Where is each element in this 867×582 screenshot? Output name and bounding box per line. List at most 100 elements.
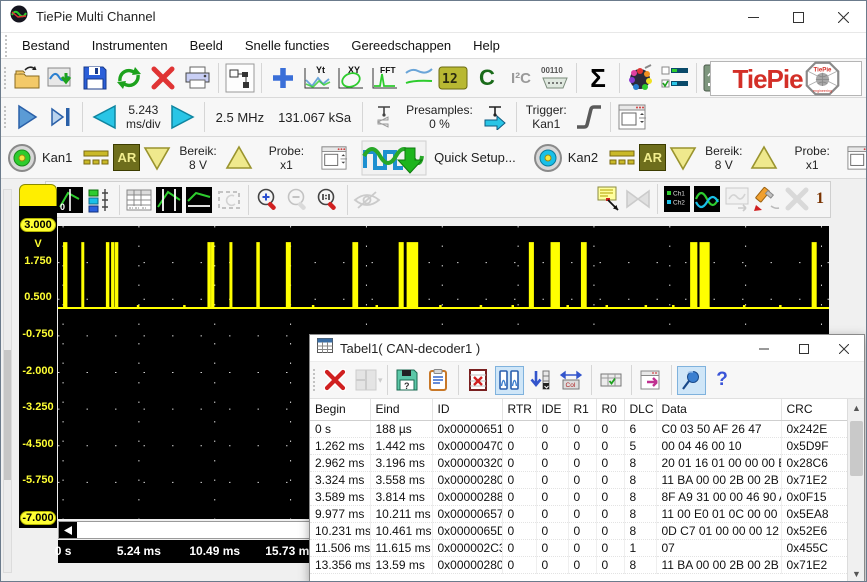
line-graph-button[interactable] [402,61,436,95]
channel-levels-button[interactable] [85,185,115,215]
presamples-increase-icon[interactable] [478,100,512,134]
colors-button[interactable] [624,61,658,95]
clear-graph-button[interactable] [782,184,812,214]
toolbar-grip[interactable] [4,33,9,59]
data-table-button[interactable] [124,185,154,215]
serial-decoder-button[interactable]: 00110 [538,61,572,95]
kan1-settings-button[interactable] [317,141,351,175]
table-delete-button[interactable] [320,366,349,395]
meter-button[interactable]: 12 [436,61,470,95]
table-row[interactable]: 13.356 ms13.59 ms0x000002800000811 BA 00… [310,556,849,573]
axis-zero-button[interactable]: 0 [55,185,85,215]
menu-gereedschappen[interactable]: Gereedschappen [340,34,462,57]
horizontal-cursors-button[interactable] [184,185,214,215]
trace-style-button[interactable] [692,184,722,214]
visibility-button[interactable] [352,185,382,215]
sum-button[interactable]: Σ [581,61,615,95]
table-title-bar[interactable]: Tabel1( CAN-decoder1 ) [310,335,864,362]
kan1-bnc-icon[interactable] [5,141,39,175]
table-row[interactable]: 11.506 ms11.615 ms0x000002C300001070x455… [310,539,849,556]
column-header[interactable]: ID [432,399,502,420]
graph-left-scrollbar[interactable] [3,189,12,573]
table-minimize-button[interactable] [744,335,784,362]
toolbar-grip[interactable] [3,104,8,130]
quick-setup-button[interactable]: Quick Setup... [361,140,523,176]
scrollbar-thumb[interactable] [850,421,863,476]
column-header[interactable]: Begin [310,399,370,420]
table-sort-button[interactable] [526,366,555,395]
table-pair-columns-button[interactable] [495,366,524,395]
column-header[interactable]: R1 [568,399,596,420]
scrollbar-thumb[interactable] [4,350,11,480]
print-button[interactable] [180,61,214,95]
menu-snelle-functies[interactable]: Snelle functies [234,34,341,57]
table-maximize-button[interactable] [784,335,824,362]
table-export-button[interactable] [637,366,666,395]
marker-pen-button[interactable] [752,184,782,214]
xy-graph-button[interactable]: XY [334,61,368,95]
scroll-left-button[interactable] [59,522,77,538]
add-instrument-button[interactable] [266,61,300,95]
refresh-button[interactable] [112,61,146,95]
kan2-bnc-icon[interactable] [531,141,565,175]
legend-button[interactable]: Ch1Ch2 [662,184,692,214]
kan1-coupling-icon[interactable] [79,141,113,175]
table-row[interactable]: 3.324 ms3.558 ms0x000002800000811 BA 00 … [310,471,849,488]
toolbar-grip[interactable] [3,65,8,91]
zoom-out-button[interactable] [283,185,313,215]
zoom-reset-button[interactable] [313,185,343,215]
column-header[interactable]: CRC [781,399,849,420]
delete-button[interactable] [146,61,180,95]
object-tree-button[interactable] [223,61,257,95]
column-header[interactable]: RTR [502,399,536,420]
scroll-down-button[interactable]: ▼ [849,567,864,582]
layout-dropdown-chevron[interactable]: ▾ [378,375,383,386]
table-row[interactable]: 9.977 ms10.211 ms0x000006570000811 00 E0… [310,505,849,522]
yt-graph-button[interactable]: Yt [300,61,334,95]
i2c-decoder-button[interactable]: I²C [504,61,538,95]
title-bar[interactable]: TiePie Multi Channel [1,1,866,33]
kan1-range-up-button[interactable] [222,141,256,175]
kan2-range-up-button[interactable] [747,141,781,175]
table-column-width-button[interactable]: Col [557,366,586,395]
start-button[interactable] [10,100,44,134]
y-axis[interactable]: 3.0001.7500.500-0.750-2.000-3.250-4.500-… [19,206,57,528]
oneshot-button[interactable] [44,100,78,134]
maximize-button[interactable] [776,1,821,33]
open-file-button[interactable] [10,61,44,95]
kan1-autorange-button[interactable]: AR [113,144,140,171]
scroll-up-button[interactable]: ▲ [849,401,864,416]
table-row[interactable]: 10.231 ms10.461 ms0x0000065D000080D C7 0… [310,522,849,539]
import-data-button[interactable] [44,61,78,95]
column-header[interactable]: Eind [370,399,432,420]
save-button[interactable] [78,61,112,95]
vertical-cursors-button[interactable] [154,185,184,215]
presamples-decrease-icon[interactable] [367,100,401,134]
table-copy-button[interactable] [424,366,453,395]
kan2-coupling-icon[interactable] [605,141,639,175]
table-autofit-button[interactable] [597,366,626,395]
unlink-button[interactable] [623,184,653,214]
zoom-rect-button[interactable] [214,185,244,215]
object-toggles-button[interactable] [658,61,692,95]
kan2-settings-button[interactable] [843,141,867,175]
column-header[interactable]: DLC [624,399,656,420]
column-header[interactable]: IDE [536,399,568,420]
table-scrollbar[interactable]: ▲ ▼ [847,399,864,582]
can-decoder-button[interactable]: C [470,61,504,95]
table-pin-button[interactable] [677,366,706,395]
export-graph-button[interactable] [722,184,752,214]
yaxis-channel-tab[interactable] [19,184,57,208]
table-row[interactable]: 0 s188 µs0x0000065100006C0 03 50 AF 26 4… [310,420,849,437]
menu-help[interactable]: Help [462,34,511,57]
y-tick-label[interactable]: -7.000 [20,511,56,525]
menu-bestand[interactable]: Bestand [11,34,81,57]
kan1-range-down-button[interactable] [140,141,174,175]
kan2-autorange-button[interactable]: AR [639,144,666,171]
timebase-slower-button[interactable] [87,100,121,134]
table-row[interactable]: 3.589 ms3.814 ms0x00000288000088F A9 31 … [310,488,849,505]
trigger-edge-icon[interactable] [572,100,606,134]
menu-beeld[interactable]: Beeld [179,34,234,57]
column-header[interactable]: Data [656,399,781,420]
timebase-faster-button[interactable] [166,100,200,134]
